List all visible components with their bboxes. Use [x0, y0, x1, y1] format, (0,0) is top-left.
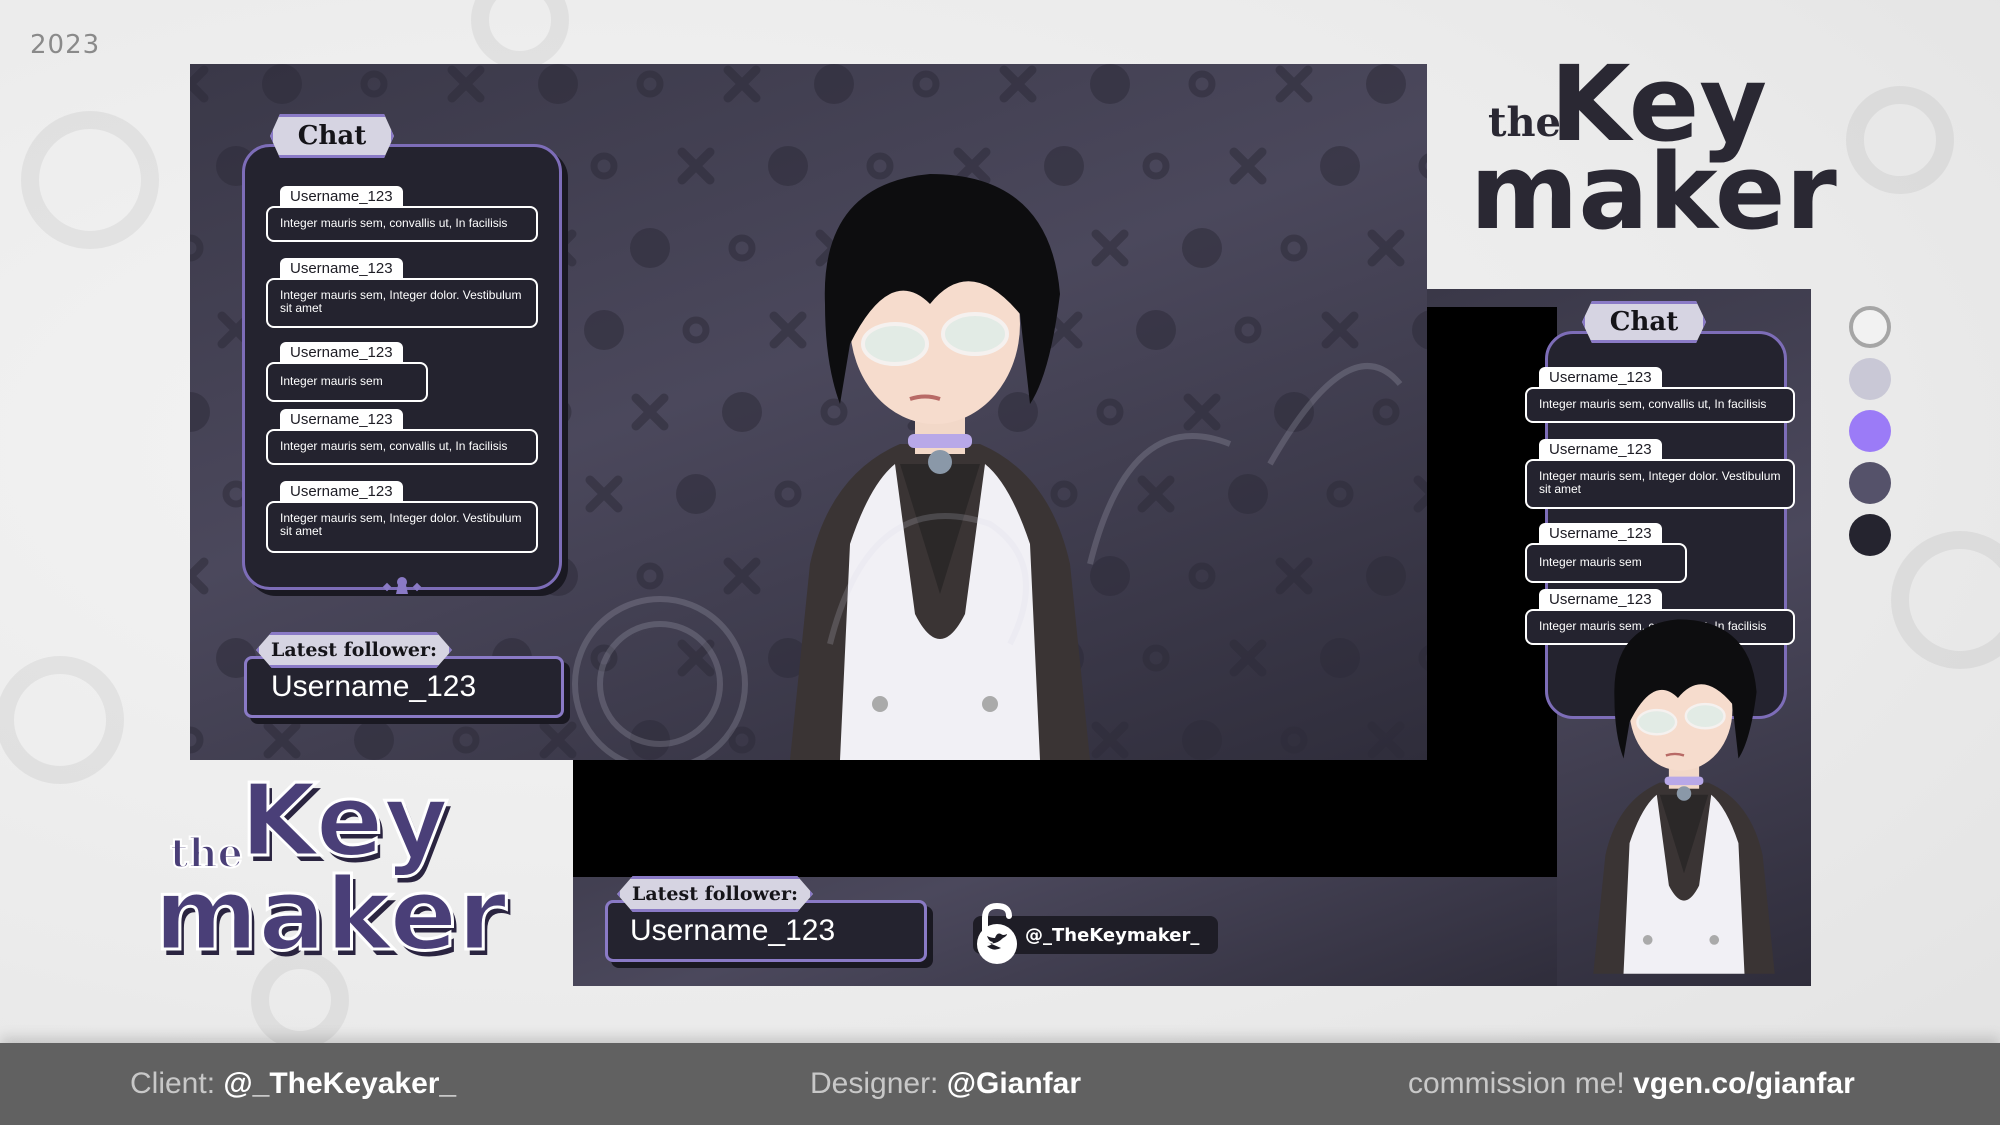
chat-message-text: Integer mauris sem, Integer dolor. Vesti…	[266, 501, 538, 553]
year-label: 2023	[30, 30, 101, 60]
commission-credit: commission me! vgen.co/gianfar	[1408, 1067, 1855, 1101]
chat-message-text: Integer mauris sem, Integer dolor. Vesti…	[266, 278, 538, 328]
pattern-key-icon	[360, 70, 388, 98]
social-handle-text: @_TheKeymaker_	[1025, 924, 1200, 946]
chat-title-tag: Chat	[270, 114, 394, 158]
pattern-cross-icon	[539, 721, 577, 759]
chat-message: Username_123 Integer mauris sem, Integer…	[266, 258, 538, 328]
bottom-latest-follower-value: Username_123	[630, 914, 836, 947]
pattern-cross-icon	[999, 65, 1037, 103]
main-scene-preview: Chat Username_123 Integer mauris sem, co…	[190, 64, 1427, 760]
chat-message: Username_123 Integer mauris sem, Integer…	[266, 481, 538, 553]
side-chat-message-text: Integer mauris sem, convallis ut, In fac…	[1525, 387, 1795, 423]
watermark	[572, 363, 1403, 760]
side-chat-message: Username_123 Integer mauris sem, Integer…	[1525, 439, 1795, 509]
bottom-latest-follower-tag: Latest follower:	[617, 876, 813, 912]
pattern-cross-icon	[1275, 65, 1313, 103]
side-chat-title-tag: Chat	[1582, 301, 1706, 343]
logo-bottom: the Key maker	[150, 769, 550, 990]
commission-link[interactable]: vgen.co/gianfar	[1633, 1067, 1855, 1100]
pattern-key-icon	[190, 234, 204, 262]
pattern-key-icon	[912, 70, 940, 98]
pattern-lock-icon	[538, 64, 578, 104]
pattern-cross-icon	[1229, 147, 1267, 185]
pattern-lock-icon	[1090, 64, 1130, 104]
side-chat-username: Username_123	[1539, 523, 1662, 544]
side-chat-message: Username_123 Integer mauris sem, convall…	[1525, 367, 1795, 423]
pattern-lock-icon	[1366, 64, 1406, 104]
pattern-cross-icon	[723, 65, 761, 103]
side-chat-username: Username_123	[1539, 367, 1662, 388]
twitter-lock-icon	[977, 902, 1017, 964]
chat-message-text: Integer mauris sem	[266, 362, 428, 402]
pattern-cross-icon	[190, 557, 209, 595]
chat-title: Chat	[297, 121, 367, 151]
pattern-cross-icon	[190, 65, 209, 103]
chat-message: Username_123 Integer mauris sem	[266, 342, 428, 402]
credits-footer: Client: @_TheKeyaker_ Designer: @Gianfar…	[0, 1043, 2000, 1125]
palette-swatch-1	[1849, 306, 1891, 348]
pattern-key-icon	[190, 726, 204, 754]
pattern-key-icon	[1418, 153, 1427, 179]
pattern-lock-icon	[262, 64, 302, 104]
logo-bottom-line2: maker	[153, 856, 509, 973]
pattern-lock-icon	[190, 392, 210, 432]
chat-username: Username_123	[280, 258, 403, 279]
pattern-lock-icon	[814, 64, 854, 104]
client-label: Client:	[130, 1067, 216, 1100]
chat-username: Username_123	[280, 481, 403, 502]
pattern-cross-icon	[1367, 229, 1405, 267]
palette-swatch-4	[1849, 462, 1891, 504]
pattern-lock-icon	[354, 720, 394, 760]
side-avatar-character	[1593, 619, 1775, 974]
commission-label: commission me!	[1408, 1067, 1625, 1100]
bottom-latest-follower-label: Latest follower:	[631, 883, 799, 905]
chat-username: Username_123	[280, 342, 403, 363]
client-credit: Client: @_TheKeyaker_	[130, 1067, 456, 1101]
designer-credit: Designer: @Gianfar	[810, 1067, 1081, 1101]
pattern-key-icon	[636, 70, 664, 98]
chat-username: Username_123	[280, 409, 403, 430]
logo-top: the Key maker	[1470, 52, 1870, 260]
bottom-overlay-preview: Username_123 Latest follower: @_TheKeyma…	[573, 760, 1557, 986]
side-chat-message: Username_123 Integer mauris sem	[1525, 523, 1687, 583]
pattern-lock-icon	[1182, 228, 1222, 268]
side-chat-message-text: Integer mauris sem	[1525, 543, 1687, 583]
bottom-camera-slot	[573, 760, 1557, 877]
pattern-lock-icon	[630, 228, 670, 268]
latest-follower-value: Username_123	[271, 670, 477, 703]
pattern-cross-icon	[263, 721, 301, 759]
pattern-key-icon	[590, 152, 618, 180]
palette-swatch-2	[1849, 358, 1891, 400]
keyhole-ornament-icon	[382, 577, 422, 594]
pattern-cross-icon	[677, 147, 715, 185]
palette-swatch-5	[1849, 514, 1891, 556]
side-chat-username: Username_123	[1539, 439, 1662, 460]
side-chat-message-text: Integer mauris sem, Integer dolor. Vesti…	[1525, 459, 1795, 509]
pattern-lock-icon	[1320, 146, 1360, 186]
pattern-key-icon	[1188, 70, 1216, 98]
pattern-key-icon	[452, 726, 480, 754]
designer-value: @Gianfar	[946, 1067, 1082, 1100]
chat-username: Username_123	[280, 186, 403, 207]
pattern-cross-icon	[447, 65, 485, 103]
chat-message: Username_123 Integer mauris sem, convall…	[266, 409, 538, 465]
palette-swatch-3	[1849, 410, 1891, 452]
chat-message-text: Integer mauris sem, convallis ut, In fac…	[266, 206, 538, 242]
latest-follower-tag: Latest follower:	[256, 632, 452, 668]
designer-label: Designer:	[810, 1067, 939, 1100]
side-chat-title: Chat	[1609, 307, 1679, 337]
pattern-key-icon	[1280, 234, 1308, 262]
client-value: @_TheKeyaker_	[223, 1067, 457, 1100]
latest-follower-label: Latest follower:	[270, 639, 438, 661]
logo-bottom-line1: Key	[239, 762, 451, 879]
logo-top-line2: maker	[1470, 131, 1837, 253]
chat-message-text: Integer mauris sem, convallis ut, In fac…	[266, 429, 538, 465]
chat-message: Username_123 Integer mauris sem, convall…	[266, 186, 538, 242]
